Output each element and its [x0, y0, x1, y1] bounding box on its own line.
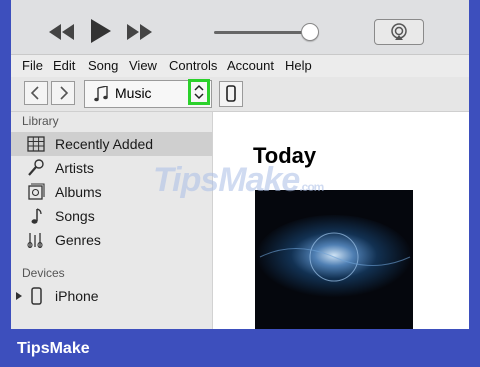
media-kind-label: Music [115, 85, 152, 101]
watermark-text: TipsMake [153, 161, 300, 199]
airplay-icon [391, 23, 407, 40]
sidebar-item-label: iPhone [55, 288, 99, 304]
media-kind-dropdown-toggle[interactable] [188, 79, 210, 105]
album-art-image [255, 190, 413, 329]
menu-bar: File Edit Song View Controls Account Hel… [11, 55, 469, 77]
watermark: TipsMake.com [153, 161, 324, 200]
device-button[interactable] [219, 81, 243, 107]
forward-button[interactable] [51, 81, 75, 105]
itunes-window: File Edit Song View Controls Account Hel… [11, 0, 469, 329]
volume-slider[interactable] [214, 31, 310, 34]
sidebar-item-label: Genres [55, 232, 101, 248]
devices-heading: Devices [22, 266, 65, 280]
chevron-up-down-icon [194, 84, 204, 100]
footer-brand: TipsMake [17, 340, 90, 357]
chevron-left-icon [30, 86, 39, 100]
back-button[interactable] [24, 81, 48, 105]
menu-controls[interactable]: Controls [169, 58, 217, 73]
toolbar: Music [11, 77, 469, 112]
airplay-button[interactable] [374, 19, 424, 45]
microphone-icon [28, 159, 44, 176]
menu-view[interactable]: View [129, 58, 157, 73]
fast-forward-icon[interactable] [127, 24, 153, 40]
grid-icon [27, 136, 45, 152]
menu-help[interactable]: Help [285, 58, 312, 73]
sidebar-item-label: Recently Added [55, 136, 154, 152]
chevron-right-icon [60, 86, 69, 100]
watermark-tld: .com [299, 180, 324, 194]
album-icon [28, 183, 45, 200]
sidebar-item-songs[interactable]: Songs [11, 204, 212, 228]
main-content: Today [213, 112, 469, 329]
iphone-icon [226, 85, 236, 102]
sidebar-item-iphone[interactable]: iPhone [11, 284, 212, 308]
sidebar: Library Recently Added Artists Albums So… [11, 112, 213, 329]
menu-account[interactable]: Account [227, 58, 274, 73]
album-artwork[interactable] [255, 190, 413, 329]
iphone-icon [31, 287, 42, 305]
sidebar-item-label: Albums [55, 184, 102, 200]
sidebar-item-label: Artists [55, 160, 94, 176]
sidebar-item-genres[interactable]: Genres [11, 228, 212, 252]
library-heading: Library [22, 114, 59, 128]
menu-song[interactable]: Song [88, 58, 118, 73]
music-note-icon [94, 86, 108, 102]
music-note-icon [31, 208, 42, 224]
sidebar-item-recently-added[interactable]: Recently Added [11, 132, 212, 156]
menu-file[interactable]: File [22, 58, 43, 73]
disclosure-triangle-icon[interactable] [16, 292, 23, 300]
playback-bar [11, 0, 469, 55]
sidebar-item-label: Songs [55, 208, 95, 224]
rewind-icon[interactable] [49, 24, 75, 40]
play-icon[interactable] [91, 19, 111, 43]
volume-knob[interactable] [301, 23, 319, 41]
menu-edit[interactable]: Edit [53, 58, 75, 73]
guitar-icon [27, 233, 43, 249]
